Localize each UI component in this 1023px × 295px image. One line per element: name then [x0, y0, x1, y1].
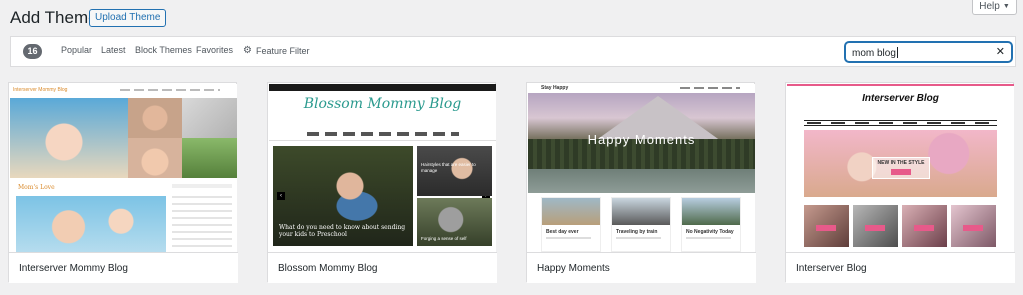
preview-menu-items [807, 122, 992, 124]
preview-card: Best day ever [541, 197, 601, 252]
theme-screenshot[interactable]: Interserver Mommy Blog Mom's Love [10, 84, 237, 252]
chevron-down-icon: ▼ [1002, 2, 1010, 10]
search-value: mom blog [852, 48, 896, 59]
preview-title: Blossom Mommy Blog [303, 96, 462, 112]
search-input[interactable]: mom blog ✕ [845, 42, 1012, 62]
preview-card-title: No Negativity Today [686, 229, 734, 235]
preview-photo [682, 198, 740, 225]
preview-label [865, 225, 885, 231]
upload-theme-button[interactable]: Upload Theme [89, 9, 167, 27]
help-button[interactable]: Help ▼ [972, 0, 1017, 15]
preview-meta [546, 237, 591, 239]
preview-divider [269, 140, 496, 141]
preview-side-caption: Hairstyles that are easier to manage [421, 162, 476, 173]
preview-hero-button [891, 169, 911, 175]
feature-filter-label: Feature Filter [255, 45, 310, 56]
preview-sidebar [172, 184, 232, 188]
preview-sidebar [172, 196, 232, 248]
preview-meta [686, 237, 731, 239]
preview-hero-title: Happy Moments [587, 132, 696, 147]
theme-name[interactable]: Blossom Mommy Blog [268, 252, 497, 283]
preview-side-caption: Forging a sense of self [421, 236, 467, 241]
theme-name[interactable]: Interserver Mommy Blog [9, 252, 238, 283]
tab-latest[interactable]: Latest [101, 45, 126, 55]
preview-main-caption: What do you need to know about sending y… [279, 224, 406, 238]
preview-section-title: Mom's Love [18, 184, 55, 191]
preview-card-title: Traveling by train [616, 229, 658, 235]
preview-logo: Stay Happy [541, 85, 569, 91]
preview-meta [616, 237, 661, 239]
preview-card-title: Best day ever [546, 229, 579, 235]
chevron-left-icon: ‹ [277, 192, 285, 200]
theme-screenshot[interactable]: Blossom Mommy Blog What do you need to k… [269, 84, 496, 252]
preview-photo [128, 98, 182, 138]
preview-label [816, 225, 836, 231]
preview-photo [182, 98, 237, 138]
preview-photo [542, 198, 600, 225]
tab-block-themes[interactable]: Block Themes [135, 45, 192, 55]
preview-label [914, 225, 934, 231]
theme-name[interactable]: Interserver Blog [786, 252, 1015, 283]
theme-name[interactable]: Happy Moments [527, 252, 756, 283]
preview-photo [182, 138, 237, 178]
filter-bar: 16 Popular Latest Block Themes Favorites… [10, 36, 1016, 67]
preview-menu [307, 132, 459, 136]
preview-water [528, 169, 755, 193]
preview-card: Traveling by train [611, 197, 671, 252]
preview-hero-text: NEW IN THE STYLE [877, 160, 925, 166]
preview-topbar [269, 84, 496, 91]
preview-menu [120, 89, 220, 91]
theme-screenshot[interactable]: Stay Happy Happy Moments Best day ever T… [528, 84, 755, 252]
gear-icon: ⚙ [243, 45, 252, 56]
preview-photo [128, 138, 182, 178]
clear-search-icon[interactable]: ✕ [996, 45, 1005, 58]
preview-logo: Interserver Mommy Blog [13, 87, 68, 93]
tab-favorites[interactable]: Favorites [196, 45, 233, 55]
text-cursor [896, 47, 898, 58]
preview-photo [612, 198, 670, 225]
preview-card: No Negativity Today [681, 197, 741, 252]
theme-card[interactable]: Stay Happy Happy Moments Best day ever T… [526, 82, 756, 283]
preview-label [963, 225, 983, 231]
tab-popular[interactable]: Popular [61, 45, 92, 55]
preview-menu [680, 87, 740, 89]
preview-photo [10, 98, 130, 178]
theme-card[interactable]: Interserver Blog NEW IN THE STYLE Inters… [785, 82, 1015, 283]
theme-count-badge: 16 [23, 44, 42, 59]
preview-photo [16, 196, 166, 252]
theme-screenshot[interactable]: Interserver Blog NEW IN THE STYLE [787, 84, 1014, 252]
preview-title: Interserver Blog [862, 93, 939, 104]
help-label: Help [979, 0, 1000, 12]
theme-card[interactable]: Interserver Mommy Blog Mom's Love Inters… [8, 82, 238, 283]
preview-accent-bar [787, 84, 1014, 86]
feature-filter-button[interactable]: ⚙ Feature Filter [243, 45, 310, 56]
theme-card[interactable]: Blossom Mommy Blog What do you need to k… [267, 82, 497, 283]
